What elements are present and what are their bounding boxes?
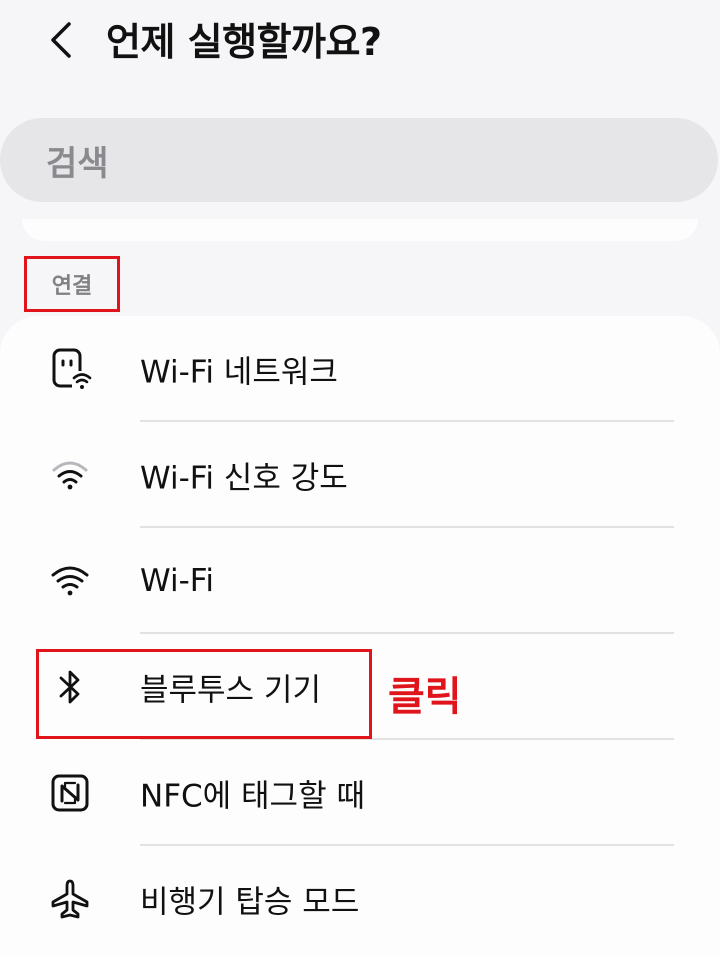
list-item-label: 블루투스 기기 bbox=[140, 672, 321, 709]
search-placeholder: 검색 bbox=[46, 143, 109, 184]
app-header: 언제 실행할까요? bbox=[0, 0, 720, 90]
list-item-label: 비행기 탑승 모드 bbox=[140, 884, 360, 921]
page-title: 언제 실행할까요? bbox=[106, 20, 382, 64]
section-header-highlight: 연결 bbox=[24, 256, 120, 312]
list-item-wifi-signal-strength[interactable]: Wi-Fi 신호 강도 bbox=[0, 422, 720, 528]
chevron-left-icon bbox=[47, 20, 73, 64]
condition-list: Wi-Fi 네트워크 Wi-Fi 신호 강도 Wi-Fi 블루투스 기기 NFC… bbox=[0, 316, 720, 956]
airplane-icon bbox=[46, 875, 94, 923]
back-button[interactable] bbox=[36, 18, 84, 66]
list-item-label: Wi-Fi 신호 강도 bbox=[140, 460, 348, 497]
search-input[interactable]: 검색 bbox=[0, 118, 718, 202]
section-label: 연결 bbox=[51, 274, 93, 299]
collapsed-card bbox=[22, 219, 698, 241]
wifi-network-icon bbox=[46, 345, 94, 393]
bluetooth-icon bbox=[46, 663, 94, 711]
nfc-icon bbox=[46, 769, 94, 817]
click-annotation: 클릭 bbox=[388, 674, 462, 720]
wifi-icon bbox=[46, 557, 94, 605]
list-item-label: NFC에 태그할 때 bbox=[140, 778, 365, 815]
list-item-bluetooth[interactable]: 블루투스 기기 bbox=[0, 634, 720, 740]
list-item-label: Wi-Fi bbox=[140, 563, 214, 599]
list-item-airplane-mode[interactable]: 비행기 탑승 모드 bbox=[0, 846, 720, 952]
list-item-wifi-network[interactable]: Wi-Fi 네트워크 bbox=[0, 316, 720, 422]
list-item-nfc[interactable]: NFC에 태그할 때 bbox=[0, 740, 720, 846]
list-item-label: Wi-Fi 네트워크 bbox=[140, 354, 338, 391]
wifi-signal-icon bbox=[46, 451, 94, 499]
list-item-wifi[interactable]: Wi-Fi bbox=[0, 528, 720, 634]
